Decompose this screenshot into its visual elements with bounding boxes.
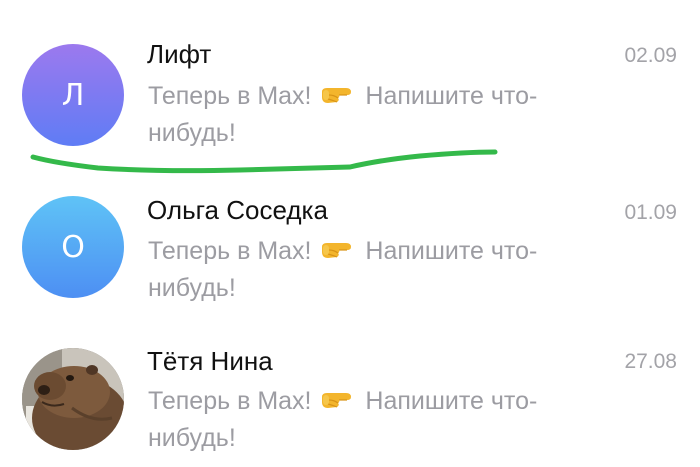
chat-name: Ольга Соседка: [147, 195, 328, 225]
avatar: Л: [22, 44, 124, 146]
chat-date: 01.09: [624, 201, 677, 224]
avatar: [22, 348, 124, 450]
preview-text-start: Теперь в Max!: [148, 237, 312, 265]
preview-text-start: Теперь в Max!: [148, 82, 312, 110]
chat-list: Л Лифт 02.09 Теперь в Max! Напишите что-…: [0, 0, 700, 467]
avatar-letter: Л: [61, 77, 85, 113]
backhand-index-pointing-right-icon: [322, 243, 352, 258]
chat-row-olga[interactable]: О Ольга Соседка 01.09 Теперь в Max! Напи…: [0, 155, 700, 305]
preview-text-start: Теперь в Max!: [148, 387, 312, 415]
chat-date: 27.08: [624, 350, 677, 373]
chat-date: 02.09: [624, 44, 677, 67]
message-preview: Теперь в Max! Напишите что-нибудь!: [148, 78, 618, 152]
chat-row-aunt-nina[interactable]: Тётя Нина 27.08 Теперь в Max! Напишите ч…: [0, 310, 700, 460]
backhand-index-pointing-right-icon: [322, 88, 352, 103]
chat-name: Тётя Нина: [147, 346, 273, 376]
message-preview: Теперь в Max! Напишите что-нибудь!: [148, 233, 618, 307]
avatar-letter: О: [61, 229, 85, 265]
chat-row-lift[interactable]: Л Лифт 02.09 Теперь в Max! Напишите что-…: [0, 0, 700, 150]
message-preview: Теперь в Max! Напишите что-нибудь!: [148, 383, 618, 457]
chat-name: Лифт: [147, 39, 212, 69]
avatar: О: [22, 196, 124, 298]
capybara-photo: [22, 348, 124, 450]
backhand-index-pointing-right-icon: [322, 393, 352, 408]
